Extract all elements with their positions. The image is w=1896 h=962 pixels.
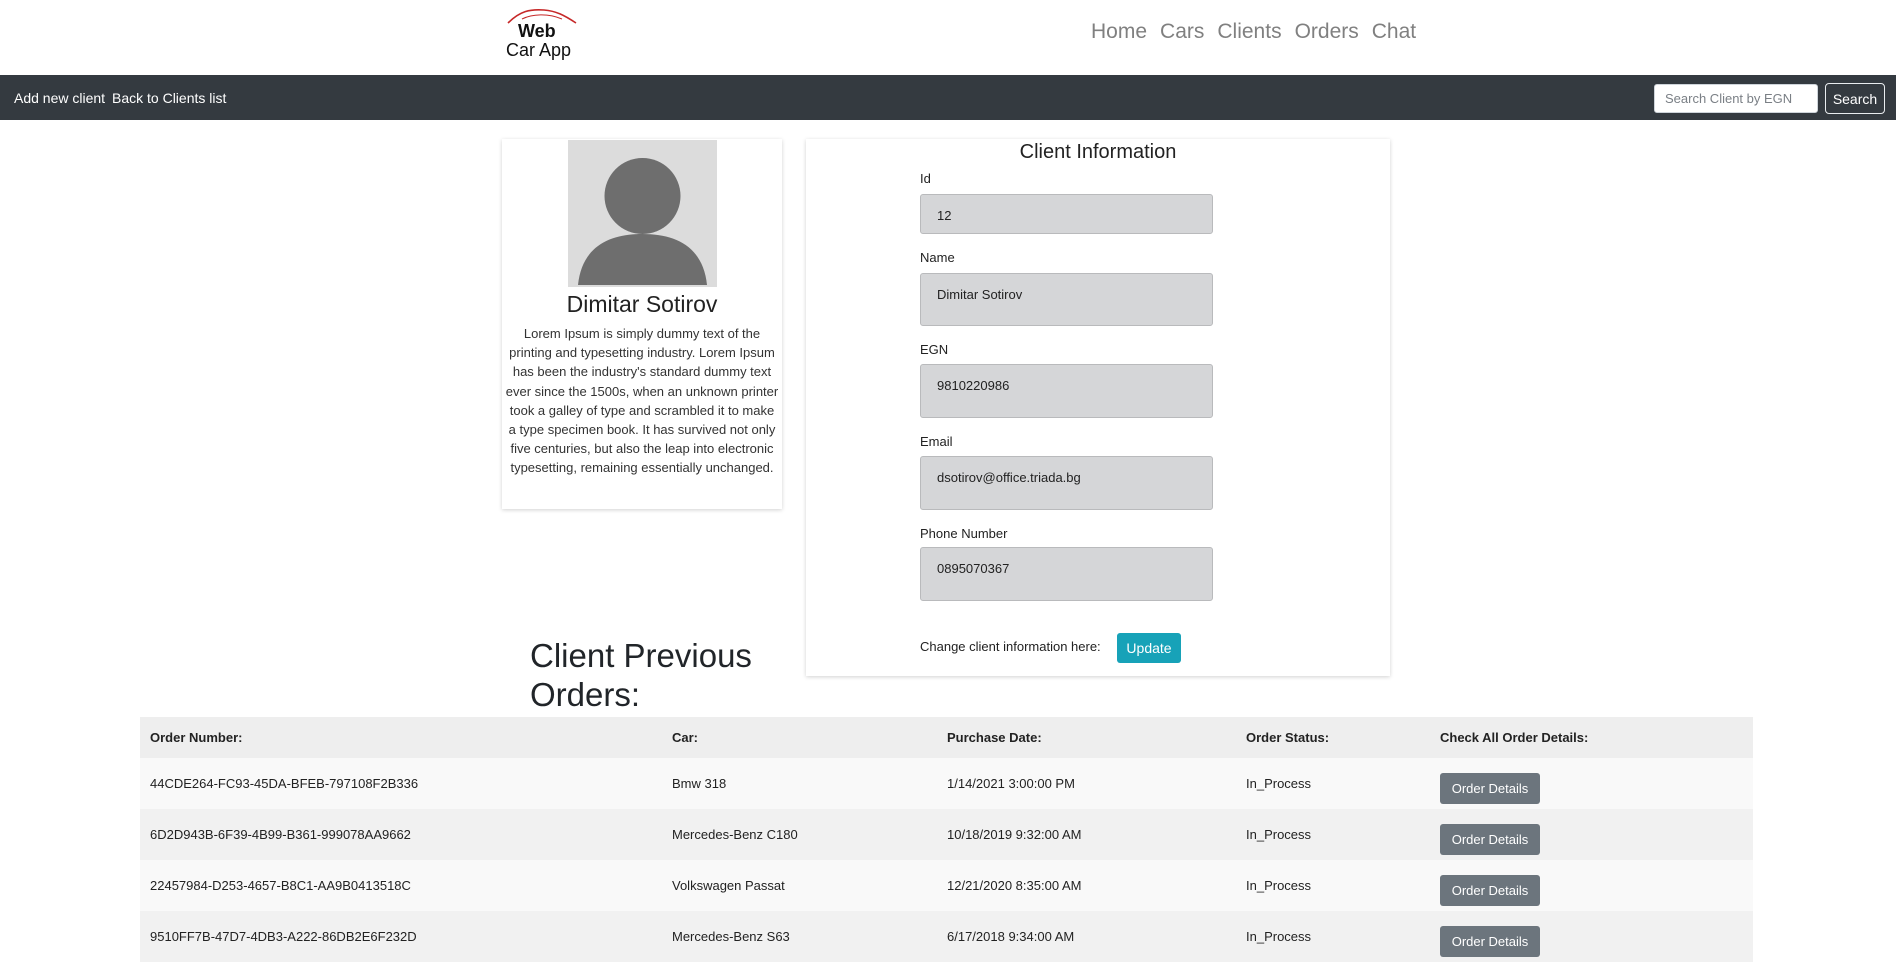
name-field[interactable]: Dimitar Sotirov [920,273,1213,326]
order-details-cell: Order Details [1430,758,1753,809]
client-info-card: Client Information Id 12 Name Dimitar So… [806,139,1390,676]
table-row: 6D2D943B-6F39-4B99-B361-999078AA9662 Mer… [140,809,1753,860]
col-order-details: Check All Order Details: [1430,717,1753,758]
col-purchase-date: Purchase Date: [937,717,1236,758]
table-header-row: Order Number: Car: Purchase Date: Order … [140,717,1753,758]
order-status-cell: In_Process [1236,809,1430,860]
phone-label: Phone Number [920,526,1008,541]
order-number-cell: 6D2D943B-6F39-4B99-B361-999078AA9662 [140,809,662,860]
logo-text-car-app: Car App [506,40,572,60]
top-navbar: Web Car App Home Cars Clients Orders Cha… [0,0,1896,75]
email-label: Email [920,434,953,449]
search-button[interactable]: Search [1825,83,1885,114]
egn-label: EGN [920,342,949,357]
purchase-date-cell: 12/21/2020 8:35:00 AM [937,860,1236,911]
purchase-date-cell: 10/18/2019 9:32:00 AM [937,809,1236,860]
email-field[interactable]: dsotirov@office.triada.bg [920,456,1213,510]
col-order-number: Order Number: [140,717,662,758]
purchase-date-cell: 6/17/2018 9:34:00 AM [937,911,1236,962]
table-row: 44CDE264-FC93-45DA-BFEB-797108F2B336 Bmw… [140,758,1753,809]
order-status-cell: In_Process [1236,758,1430,809]
main-nav: Home Cars Clients Orders Chat [1091,20,1416,44]
client-info-title: Client Information [1019,141,1177,163]
order-details-button[interactable]: Order Details [1440,773,1540,804]
id-label: Id [920,171,931,186]
avatar [568,140,717,287]
profile-card: Dimitar Sotirov Lorem Ipsum is simply du… [502,139,782,509]
order-status-cell: In_Process [1236,911,1430,962]
change-info-label: Change client information here: [920,639,1101,654]
order-details-cell: Order Details [1430,860,1753,911]
add-new-client-link[interactable]: Add new client [14,90,105,106]
search-egn-input[interactable] [1654,84,1818,113]
update-button[interactable]: Update [1117,633,1181,663]
table-row: 9510FF7B-47D7-4DB3-A222-86DB2E6F232D Mer… [140,911,1753,962]
nav-orders-link[interactable]: Orders [1295,20,1359,44]
order-number-cell: 22457984-D253-4657-B8C1-AA9B0413518C [140,860,662,911]
user-avatar-icon [570,142,715,285]
logo-text-web: Web [518,21,556,41]
car-cell: Mercedes-Benz C180 [662,809,937,860]
purchase-date-cell: 1/14/2021 3:00:00 PM [937,758,1236,809]
table-row: 22457984-D253-4657-B8C1-AA9B0413518C Vol… [140,860,1753,911]
nav-home-link[interactable]: Home [1091,20,1147,44]
car-cell: Bmw 318 [662,758,937,809]
order-details-cell: Order Details [1430,911,1753,962]
col-car: Car: [662,717,937,758]
action-bar: Add new client Back to Clients list Sear… [0,75,1896,120]
nav-chat-link[interactable]: Chat [1372,20,1416,44]
car-cell: Volkswagen Passat [662,860,937,911]
phone-field[interactable]: 0895070367 [920,547,1213,601]
order-status-cell: In_Process [1236,860,1430,911]
car-cell: Mercedes-Benz S63 [662,911,937,962]
col-order-status: Order Status: [1236,717,1430,758]
order-details-cell: Order Details [1430,809,1753,860]
order-details-button[interactable]: Order Details [1440,824,1540,855]
back-to-clients-link[interactable]: Back to Clients list [112,90,226,106]
nav-clients-link[interactable]: Clients [1217,20,1281,44]
nav-cars-link[interactable]: Cars [1160,20,1204,44]
name-label: Name [920,250,955,265]
order-details-button[interactable]: Order Details [1440,926,1540,957]
app-logo[interactable]: Web Car App [504,6,580,60]
profile-bio: Lorem Ipsum is simply dummy text of the … [505,326,779,476]
order-number-cell: 9510FF7B-47D7-4DB3-A222-86DB2E6F232D [140,911,662,962]
id-field[interactable]: 12 [920,194,1213,234]
order-number-cell: 44CDE264-FC93-45DA-BFEB-797108F2B336 [140,758,662,809]
egn-field[interactable]: 9810220986 [920,364,1213,418]
orders-table: Order Number: Car: Purchase Date: Order … [140,717,1753,962]
profile-name: Dimitar Sotirov [566,291,718,317]
order-details-button[interactable]: Order Details [1440,875,1540,906]
previous-orders-title: Client Previous Orders: [530,637,752,713]
